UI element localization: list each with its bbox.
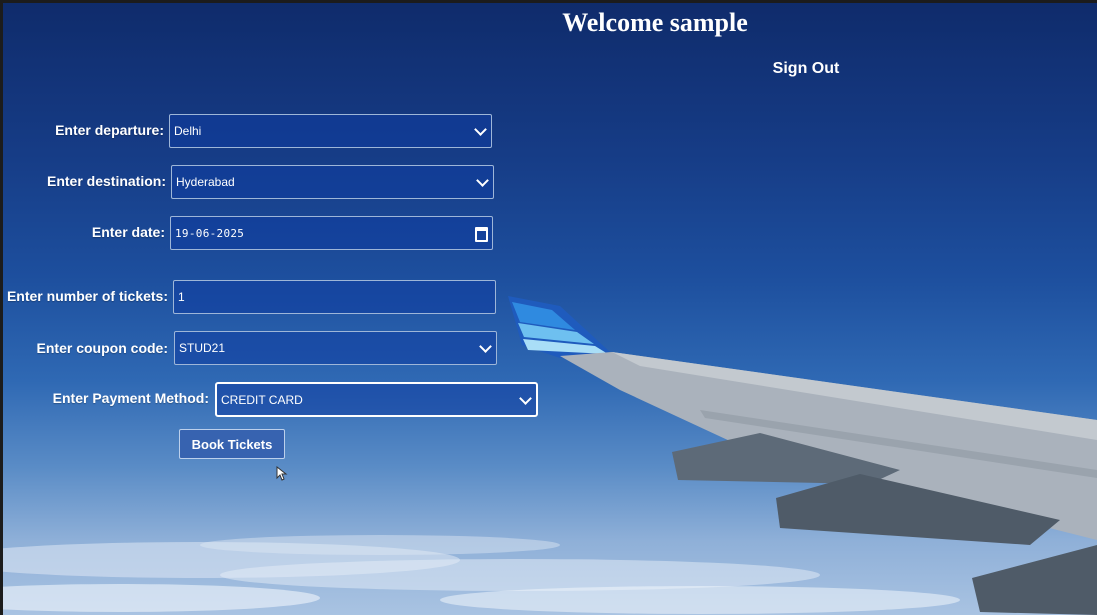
window-top-border bbox=[0, 0, 1097, 3]
departure-label: Enter departure: bbox=[55, 122, 164, 138]
coupon-select[interactable]: STUD21 bbox=[174, 331, 497, 365]
destination-value: Hyderabad bbox=[176, 175, 235, 189]
tickets-input[interactable]: 1 bbox=[173, 280, 496, 314]
coupon-value: STUD21 bbox=[179, 341, 226, 355]
calendar-icon[interactable] bbox=[475, 227, 488, 242]
destination-label: Enter destination: bbox=[46, 173, 166, 189]
payment-label: Enter Payment Method: bbox=[52, 390, 209, 406]
book-tickets-button[interactable]: Book Tickets bbox=[179, 429, 285, 459]
welcome-heading: Welcome sample bbox=[562, 8, 748, 37]
payment-method-select[interactable]: CREDIT CARD bbox=[215, 382, 538, 417]
chevron-down-icon bbox=[474, 123, 487, 136]
date-value: 19-06-2025 bbox=[175, 226, 245, 240]
window-left-border bbox=[0, 0, 3, 615]
airplane-wing-image bbox=[0, 296, 1097, 615]
chevron-down-icon bbox=[479, 340, 492, 353]
sign-out-link[interactable]: Sign Out bbox=[760, 60, 852, 78]
date-input[interactable]: 19-06-2025 bbox=[170, 216, 493, 250]
date-label: Enter date: bbox=[91, 224, 165, 240]
destination-select[interactable]: Hyderabad bbox=[171, 165, 494, 199]
coupon-label: Enter coupon code: bbox=[36, 340, 168, 356]
tickets-value: 1 bbox=[178, 290, 185, 304]
departure-value: Delhi bbox=[174, 124, 202, 138]
chevron-down-icon bbox=[519, 391, 532, 405]
mouse-cursor-icon bbox=[276, 466, 288, 481]
payment-value: CREDIT CARD bbox=[221, 392, 303, 407]
tickets-label: Enter number of tickets: bbox=[6, 288, 168, 304]
chevron-down-icon bbox=[476, 174, 489, 187]
departure-select[interactable]: Delhi bbox=[169, 114, 492, 148]
